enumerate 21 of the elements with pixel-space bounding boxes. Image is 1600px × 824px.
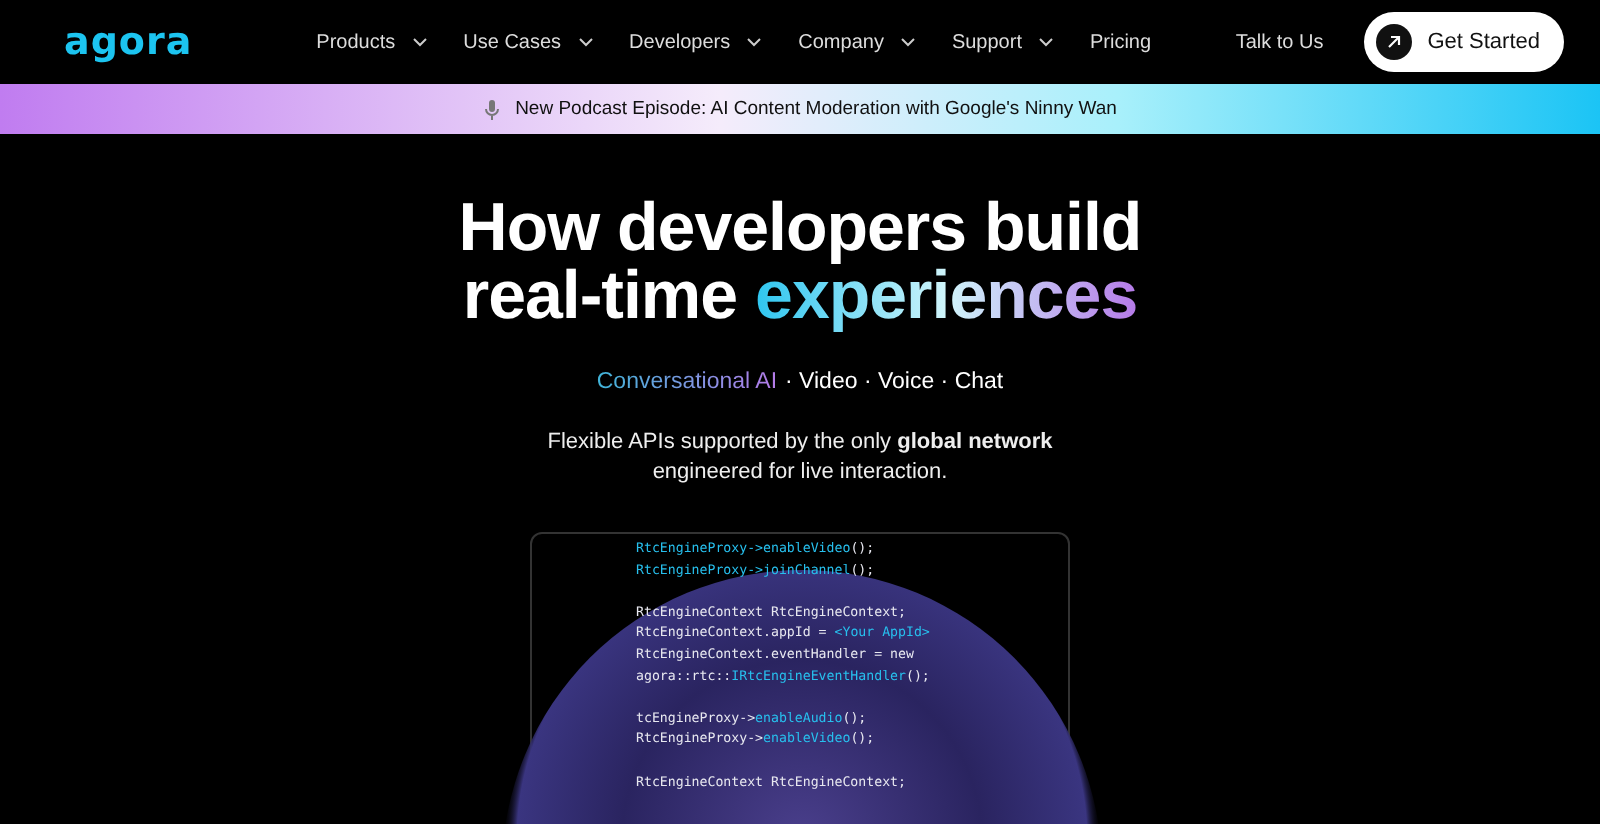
chevron-down-icon bbox=[577, 36, 594, 48]
tagline: · Video · Voice · Chat bbox=[785, 370, 1004, 394]
headline: How developers build real-time experiences bbox=[458, 194, 1142, 330]
logo[interactable]: agora bbox=[64, 20, 193, 64]
description: Flexible APIs supported by the only global network engineered for live interaction. bbox=[545, 428, 1055, 488]
chevron-down-icon bbox=[746, 36, 763, 48]
nav-item[interactable]: Developers bbox=[629, 31, 763, 53]
banner-text: New Podcast Episode: AI Content Moderation with Google's Ninny Wan bbox=[515, 98, 1117, 120]
nav-item[interactable]: Products bbox=[316, 31, 428, 53]
tagline-highlight: Conversational AI bbox=[596, 370, 778, 394]
announcement-banner[interactable]: New Podcast Episode: AI Content Moderation with Google's Ninny Wan bbox=[0, 84, 1600, 134]
chevron-down-icon bbox=[899, 36, 916, 48]
microphone-icon bbox=[483, 99, 500, 119]
talk-link[interactable]: Talk to Us bbox=[1235, 31, 1324, 53]
chevron-down-icon bbox=[1037, 36, 1054, 48]
chevron-down-icon bbox=[411, 36, 428, 48]
nav-item[interactable]: Use Cases bbox=[463, 31, 594, 53]
nav-item[interactable]: Support bbox=[951, 31, 1054, 53]
nav-item[interactable]: Company bbox=[798, 31, 916, 53]
nav-item[interactable]: Pricing bbox=[1089, 31, 1152, 53]
get-started-button[interactable]: Get Started bbox=[1363, 12, 1564, 72]
